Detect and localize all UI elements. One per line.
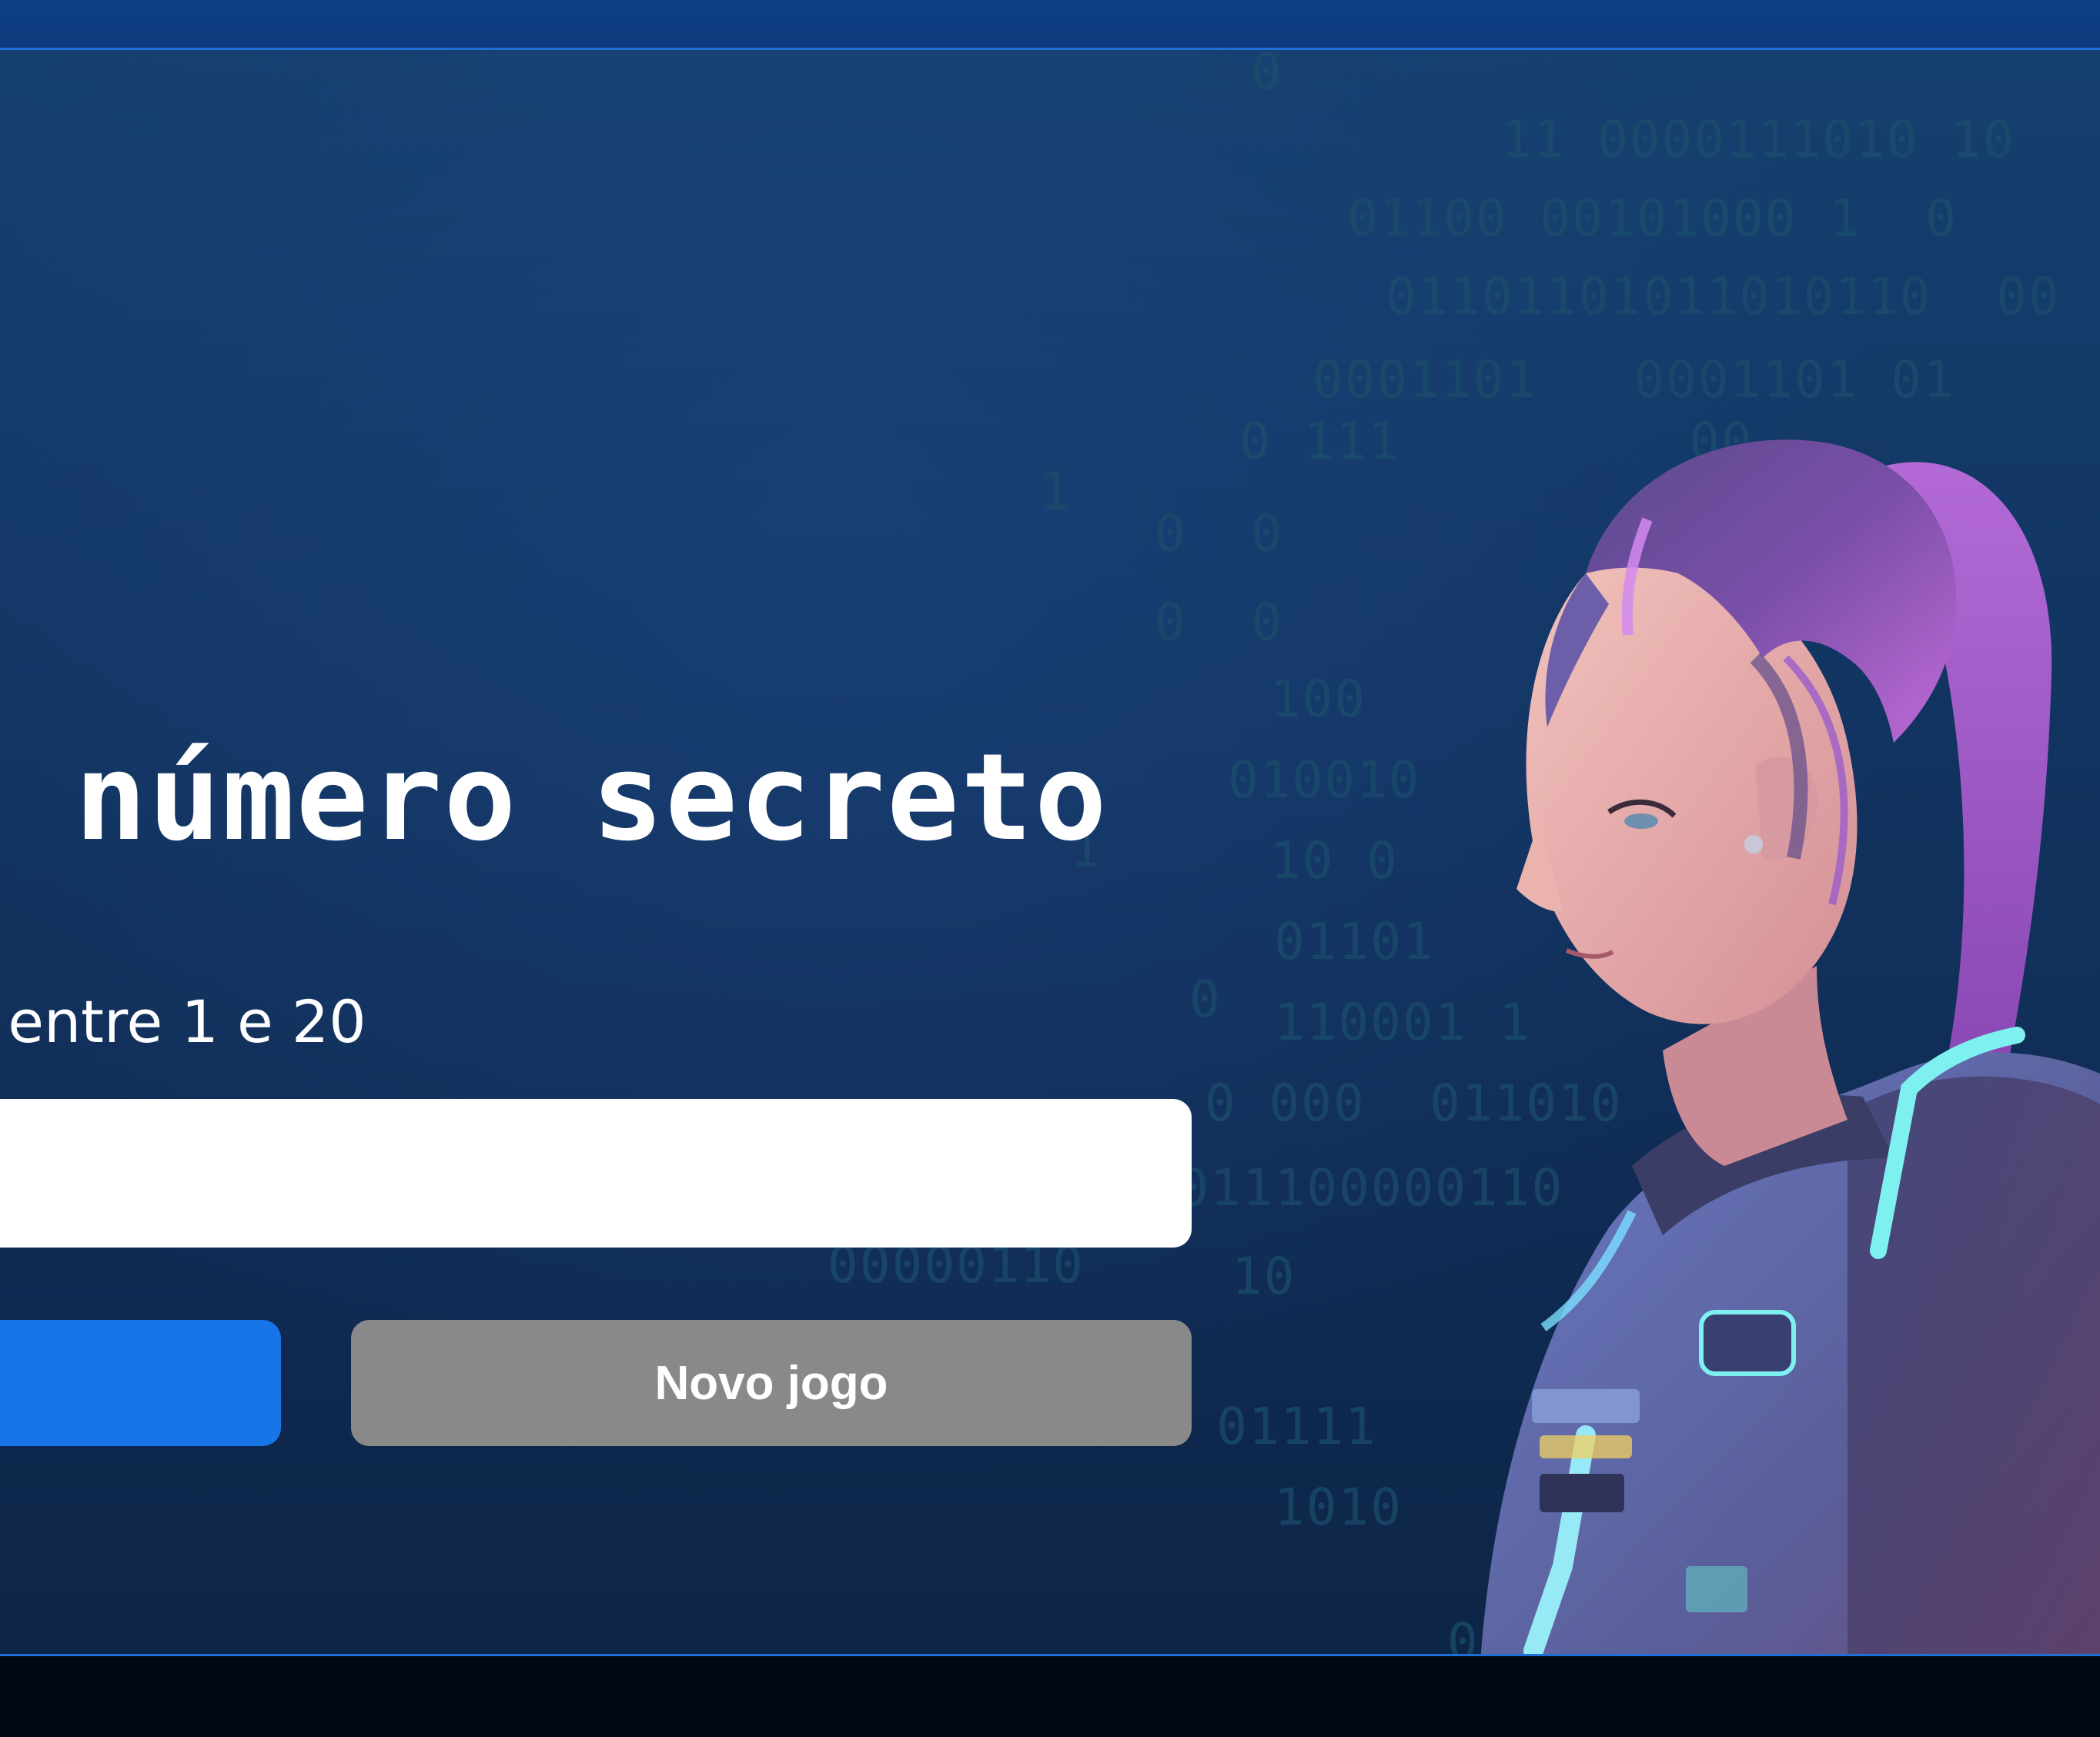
guess-input[interactable] [0, 1099, 1192, 1248]
binary-digit: 100 [1270, 670, 1367, 729]
binary-digit: 11 0000111010 10 [1501, 110, 2015, 169]
character-portrait-illustration [1480, 439, 2100, 1654]
binary-digit: 0 0 [1155, 504, 1283, 563]
binary-digit: 01100 00101000 1 0 [1347, 189, 1958, 248]
binary-digit: 0 [1189, 970, 1222, 1029]
top-strip [0, 0, 2100, 48]
game-page: 1 0 11 0000111010 10 01100 00101000 1 0 … [0, 0, 2100, 1737]
bottom-strip [0, 1656, 2100, 1737]
new-game-button[interactable]: Novo jogo [351, 1320, 1192, 1446]
binary-digit: 0 [1251, 48, 1283, 102]
game-container: 1 0 11 0000111010 10 01100 00101000 1 0 … [0, 48, 2100, 1656]
binary-digit: 1 [1039, 462, 1072, 521]
instruction-text: ro entre 1 e 20 [0, 987, 366, 1056]
binary-digit: 01101101011010110 00 [1386, 267, 2061, 326]
binary-digit: 1 [1532, 50, 1564, 55]
binary-digit: 0 0 [1155, 593, 1283, 652]
guess-button[interactable] [0, 1320, 281, 1446]
page-title: o número secreto [0, 727, 1109, 867]
binary-digit: 10 [1232, 1247, 1296, 1306]
